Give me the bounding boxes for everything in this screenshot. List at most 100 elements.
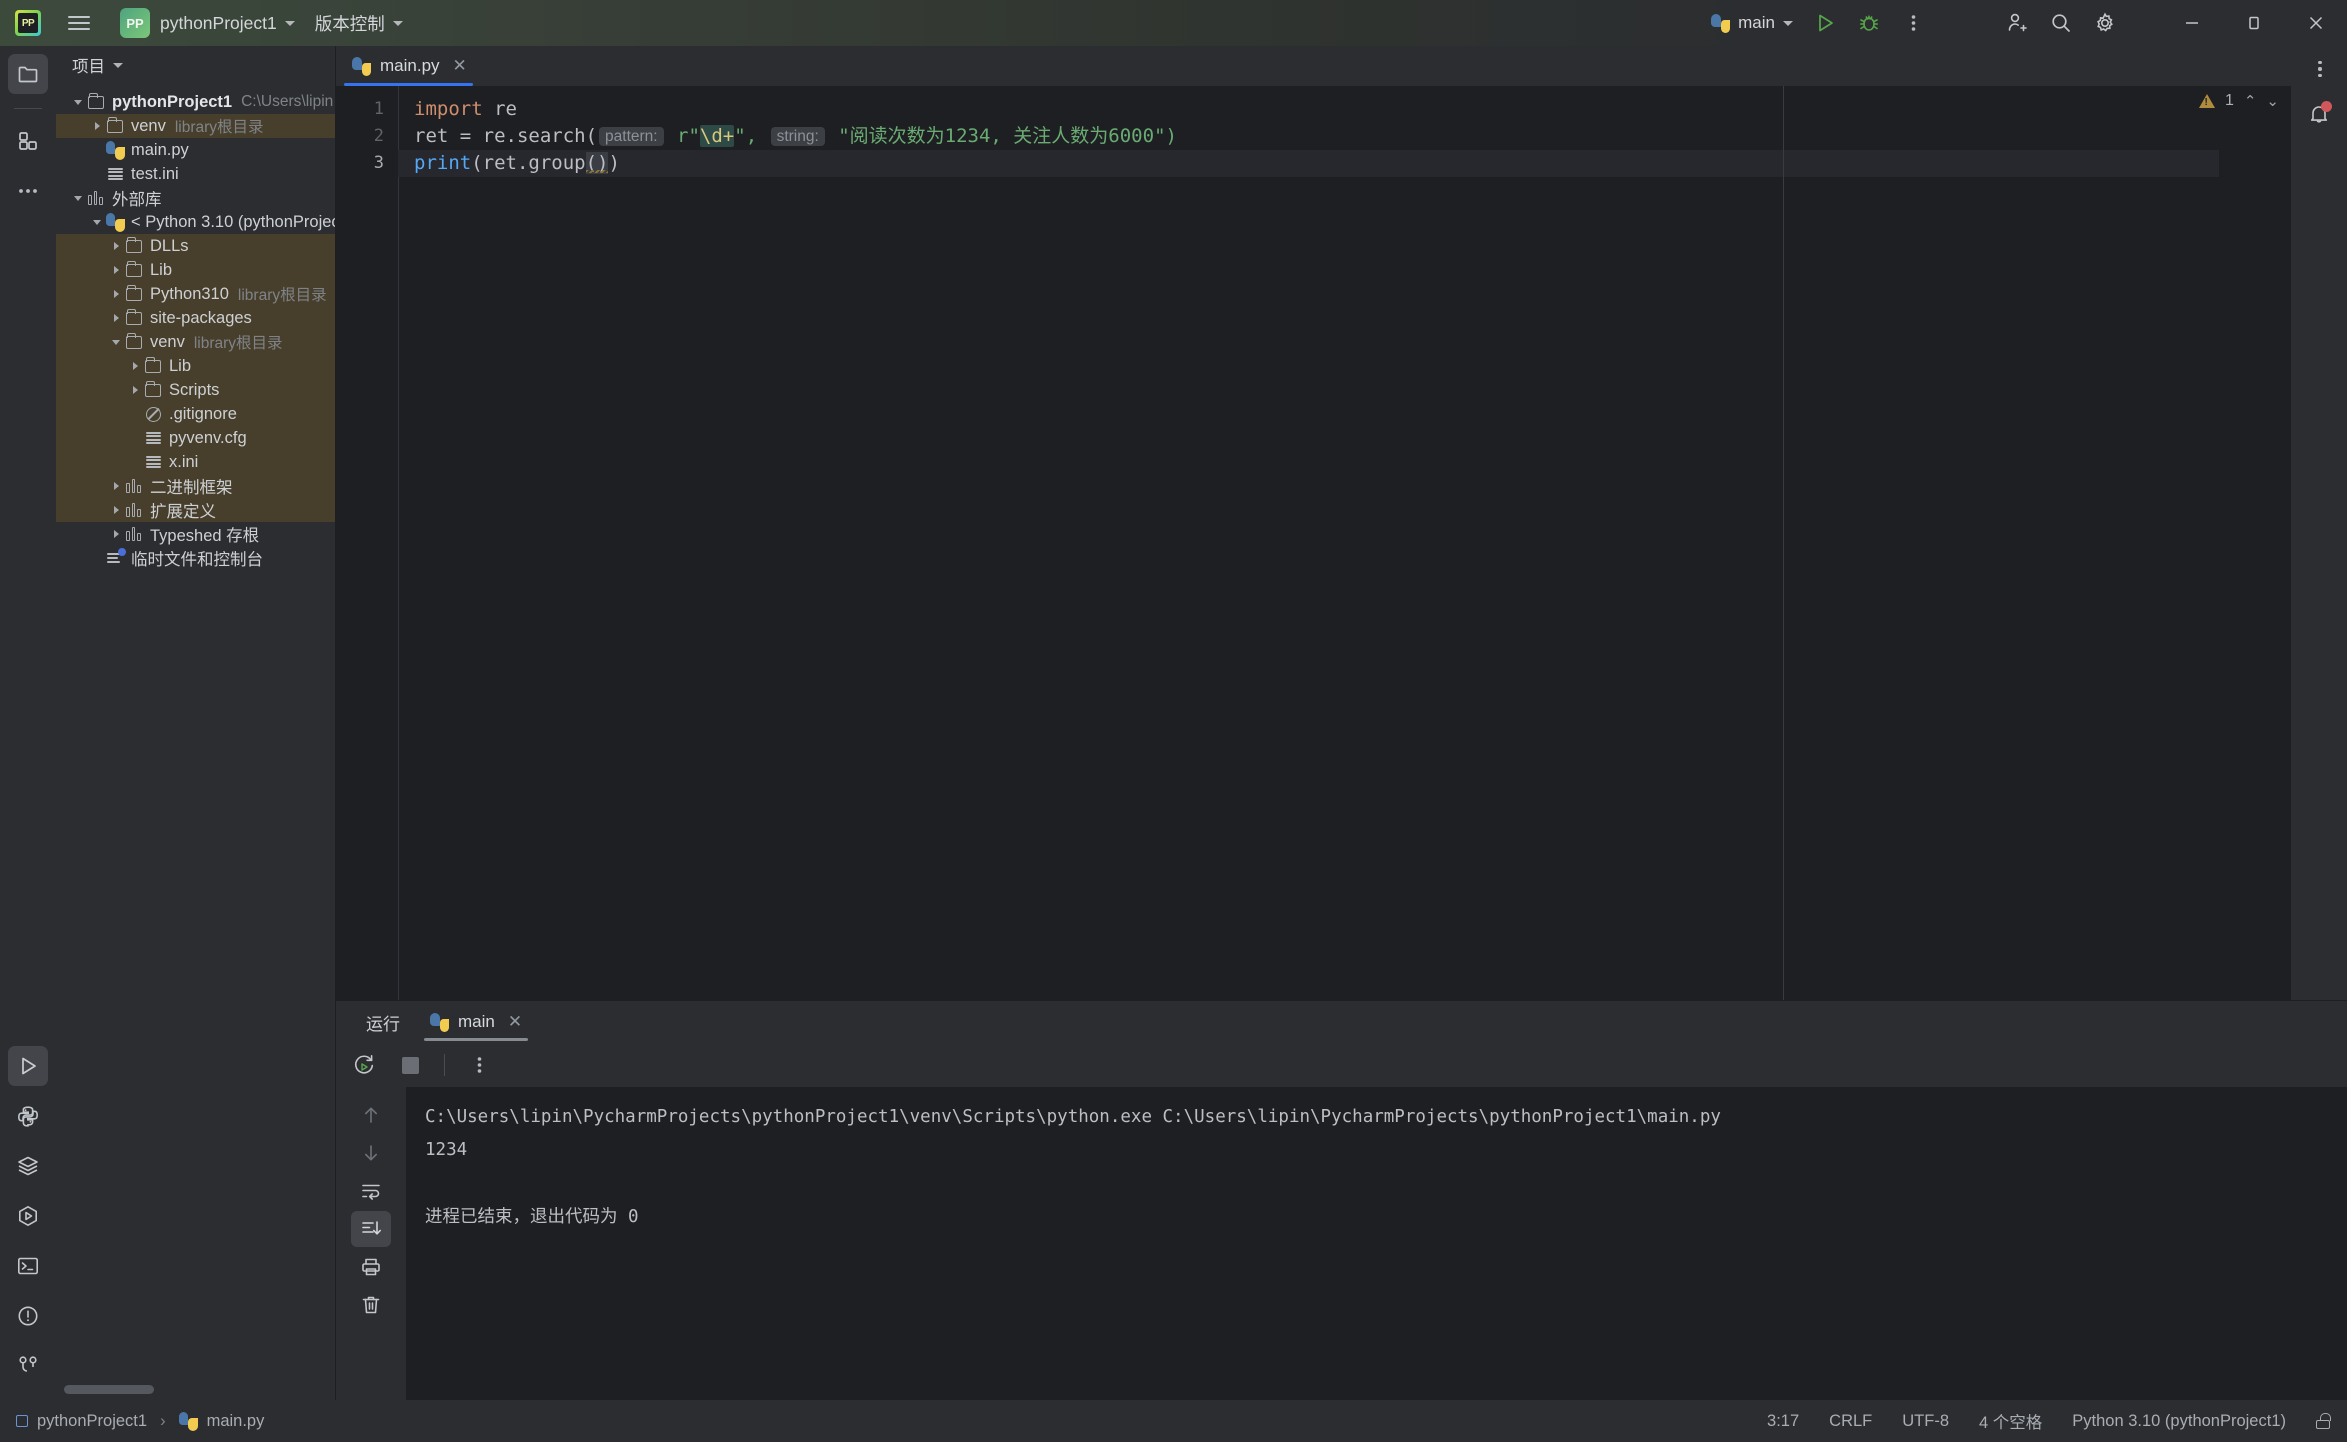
tree-row[interactable]: venv library根目录 bbox=[56, 330, 335, 354]
tree-row[interactable]: 二进制框架 bbox=[56, 474, 335, 498]
close-icon[interactable]: ✕ bbox=[453, 56, 467, 76]
tree-row[interactable]: DLLs bbox=[56, 234, 335, 258]
code-line-3[interactable]: print(ret.group()) bbox=[398, 150, 2219, 177]
more-options-icon[interactable] bbox=[2303, 52, 2337, 86]
project-tree-horizontal-scrollbar[interactable] bbox=[64, 1385, 154, 1394]
sidebar-item-version-control[interactable] bbox=[8, 1346, 48, 1386]
sidebar-item-python-packages[interactable] bbox=[8, 1096, 48, 1136]
sidebar-item-database[interactable] bbox=[8, 1146, 48, 1186]
chevron-right-icon[interactable] bbox=[127, 362, 143, 370]
more-options-icon[interactable] bbox=[459, 1047, 499, 1083]
close-icon[interactable]: ✕ bbox=[508, 1012, 522, 1032]
inspection-margin[interactable]: 1 ⌃ ⌄ bbox=[2198, 86, 2291, 1000]
sidebar-item-services[interactable] bbox=[8, 1196, 48, 1236]
chevron-down-icon[interactable]: ⌄ bbox=[2266, 92, 2279, 110]
inspection-widget[interactable]: 1 ⌃ ⌄ bbox=[2198, 92, 2279, 110]
print-button[interactable] bbox=[351, 1249, 391, 1285]
project-tree[interactable]: pythonProject1 C:\Users\lipin venv library根… bbox=[56, 84, 335, 1400]
tree-row[interactable]: 外部库 bbox=[56, 186, 335, 210]
debug-button[interactable] bbox=[1847, 3, 1891, 43]
chevron-right-icon[interactable] bbox=[127, 386, 143, 394]
sidebar-item-run[interactable] bbox=[8, 1046, 48, 1086]
soft-wrap-button[interactable] bbox=[351, 1173, 391, 1209]
clear-all-button[interactable] bbox=[351, 1287, 391, 1323]
chevron-down-icon[interactable] bbox=[70, 196, 86, 201]
chevron-right-icon[interactable] bbox=[108, 266, 124, 274]
close-icon[interactable] bbox=[2285, 0, 2347, 46]
chevron-right-icon[interactable] bbox=[108, 314, 124, 322]
chevron-down-icon[interactable] bbox=[108, 340, 124, 345]
tree-row[interactable]: site-packages bbox=[56, 306, 335, 330]
chevron-down-icon[interactable] bbox=[89, 220, 105, 225]
code-line-2[interactable]: ret = re.search(pattern: r"\d+", string:… bbox=[398, 123, 2219, 150]
rerun-icon[interactable] bbox=[344, 1047, 384, 1083]
vcs-dropdown[interactable]: 版本控制 bbox=[305, 6, 413, 40]
settings-gear-icon[interactable] bbox=[2083, 3, 2127, 43]
add-account-icon[interactable] bbox=[1995, 3, 2039, 43]
chevron-right-icon[interactable] bbox=[108, 290, 124, 298]
maximize-icon[interactable] bbox=[2223, 0, 2285, 46]
minimize-icon[interactable] bbox=[2161, 0, 2223, 46]
scroll-down-button[interactable] bbox=[351, 1135, 391, 1171]
tree-row[interactable]: Lib bbox=[56, 354, 335, 378]
scroll-to-end-button[interactable] bbox=[351, 1211, 391, 1247]
editor-tab-main-py[interactable]: main.py ✕ bbox=[336, 46, 481, 86]
chevron-right-icon[interactable] bbox=[108, 242, 124, 250]
chevron-down-icon[interactable] bbox=[70, 100, 86, 105]
tree-row[interactable]: test.ini bbox=[56, 162, 335, 186]
chevron-right-icon[interactable] bbox=[89, 122, 105, 130]
sidebar-item-terminal[interactable] bbox=[8, 1246, 48, 1286]
line-separator[interactable]: CRLF bbox=[1829, 1412, 1872, 1431]
run-panel-side-tools bbox=[336, 1087, 406, 1400]
run-console-output[interactable]: C:\Users\lipin\PycharmProjects\pythonPro… bbox=[406, 1087, 2347, 1400]
unlocked-icon[interactable] bbox=[2316, 1413, 2331, 1429]
module-name: re bbox=[482, 98, 517, 120]
sidebar-item-commit[interactable] bbox=[8, 121, 48, 161]
tree-row[interactable]: x.ini bbox=[56, 450, 335, 474]
breadcrumb[interactable]: pythonProject1 › main.py bbox=[16, 1411, 264, 1431]
project-name-dropdown[interactable]: pythonProject1 bbox=[150, 6, 305, 40]
python-interpreter[interactable]: Python 3.10 (pythonProject1) bbox=[2072, 1412, 2286, 1431]
notification-bell-icon[interactable] bbox=[2299, 94, 2339, 134]
tree-row[interactable]: .gitignore bbox=[56, 402, 335, 426]
tree-row[interactable]: pythonProject1 C:\Users\lipin bbox=[56, 90, 335, 114]
tree-row[interactable]: Lib bbox=[56, 258, 335, 282]
tree-row[interactable]: pyvenv.cfg bbox=[56, 426, 335, 450]
scroll-up-button[interactable] bbox=[351, 1097, 391, 1133]
hamburger-menu-icon[interactable] bbox=[56, 0, 102, 46]
chevron-down-icon bbox=[113, 62, 123, 68]
chevron-right-icon[interactable] bbox=[108, 506, 124, 514]
chevron-right-icon[interactable] bbox=[108, 530, 124, 538]
stop-icon[interactable] bbox=[390, 1047, 430, 1083]
indent-setting[interactable]: 4 个空格 bbox=[1979, 1409, 2042, 1433]
run-button[interactable] bbox=[1803, 3, 1847, 43]
code-line-1[interactable]: import re bbox=[398, 96, 2219, 123]
project-tool-window: 项目 pythonProject1 C:\Users\lipin venv libra… bbox=[56, 46, 336, 1400]
code-content[interactable]: import re ret = re.search(pattern: r"\d+… bbox=[398, 86, 2219, 1000]
tree-row[interactable]: < Python 3.10 (pythonProjec bbox=[56, 210, 335, 234]
sidebar-item-project[interactable] bbox=[8, 54, 48, 94]
folder-icon bbox=[145, 380, 161, 397]
project-panel-header[interactable]: 项目 bbox=[56, 46, 335, 84]
tree-row[interactable]: Python310 library根目录 bbox=[56, 282, 335, 306]
title-bar: PP PP pythonProject1 版本控制 main bbox=[0, 0, 2347, 46]
file-encoding[interactable]: UTF-8 bbox=[1902, 1412, 1949, 1431]
search-icon[interactable] bbox=[2039, 3, 2083, 43]
run-tab-main[interactable]: main ✕ bbox=[418, 1001, 534, 1043]
run-configuration-selector[interactable]: main bbox=[1701, 6, 1803, 40]
sidebar-item-more[interactable] bbox=[8, 171, 48, 211]
tree-row[interactable]: Scripts bbox=[56, 378, 335, 402]
chevron-right-icon[interactable] bbox=[108, 482, 124, 490]
more-options-icon[interactable] bbox=[1891, 3, 1935, 43]
string-literal: "阅读次数为1234, 关注人数为6000") bbox=[826, 125, 1177, 147]
sidebar-item-problems[interactable] bbox=[8, 1296, 48, 1336]
tree-row[interactable]: main.py bbox=[56, 138, 335, 162]
console-line: 1234 bbox=[425, 1140, 468, 1161]
tree-row[interactable]: 临时文件和控制台 bbox=[56, 546, 335, 570]
caret-position[interactable]: 3:17 bbox=[1767, 1412, 1799, 1431]
tree-row[interactable]: Typeshed 存根 bbox=[56, 522, 335, 546]
tree-row[interactable]: venv library根目录 bbox=[56, 114, 335, 138]
tree-row[interactable]: 扩展定义 bbox=[56, 498, 335, 522]
editor-gutter[interactable]: 1 2 3 bbox=[336, 86, 398, 1000]
chevron-up-icon[interactable]: ⌃ bbox=[2244, 92, 2257, 110]
